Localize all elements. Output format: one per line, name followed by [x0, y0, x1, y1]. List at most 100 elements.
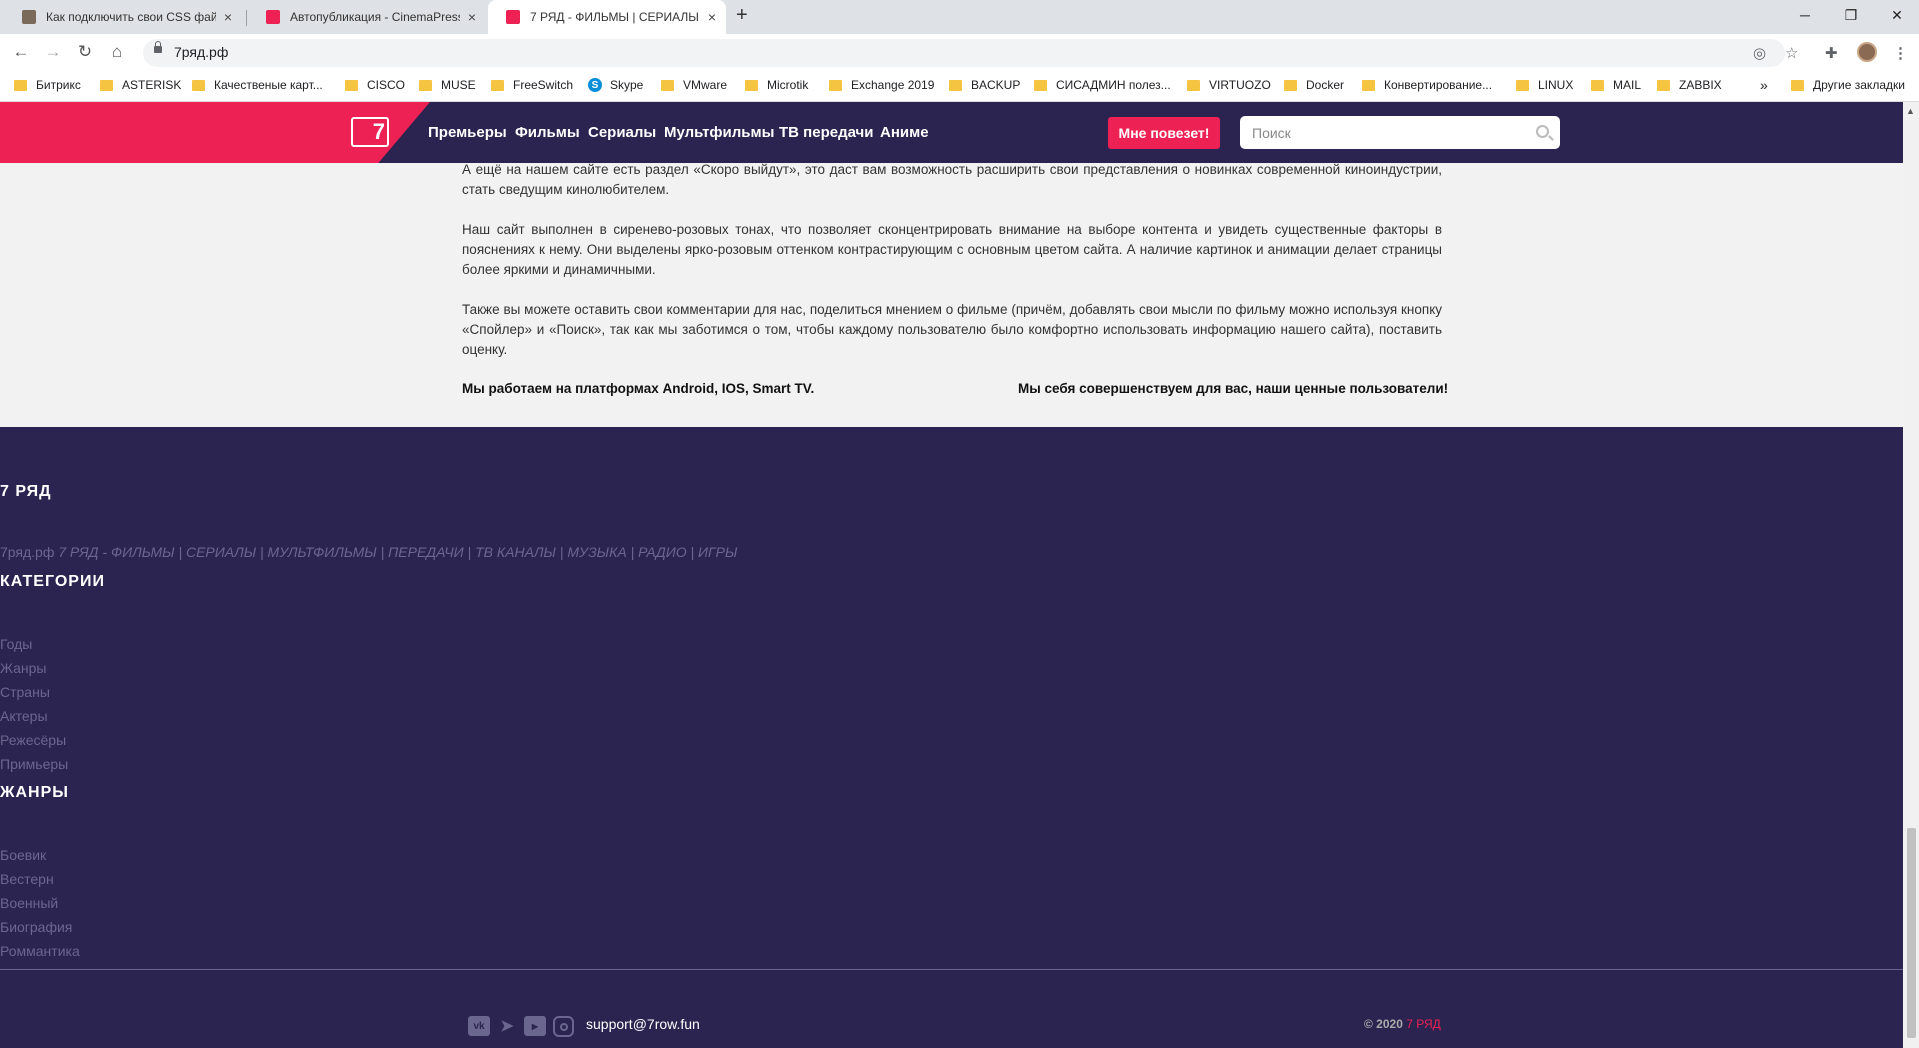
folder-icon: [1187, 79, 1200, 91]
omnibox[interactable]: [143, 39, 1785, 67]
bookmark-freeswitch[interactable]: FreeSwitch: [491, 75, 573, 95]
folder-icon: [1284, 79, 1297, 91]
nav-series[interactable]: Сериалы: [588, 124, 656, 141]
category-link-countries[interactable]: Страны: [0, 684, 50, 700]
category-link-actors[interactable]: Актеры: [0, 708, 48, 724]
about-paragraph-colors: Наш сайт выполнен в сиренево-розовых тон…: [462, 222, 1442, 277]
menu-icon[interactable]: ⋮: [1893, 44, 1908, 62]
copyright-text: © 2020: [1364, 1017, 1403, 1031]
back-button[interactable]: ←: [10, 42, 32, 62]
folder-icon: [661, 79, 674, 91]
nav-films[interactable]: Фильмы: [515, 124, 580, 141]
bookmark-docker[interactable]: Docker: [1284, 75, 1344, 95]
restore-button[interactable]: ❐: [1836, 4, 1866, 26]
instagram-icon[interactable]: [553, 1016, 574, 1037]
bookmark-bitrix[interactable]: Битрикс: [14, 75, 81, 95]
bookmark-vmware[interactable]: VMware: [661, 75, 727, 95]
bookmark-microtik[interactable]: Microtik: [745, 75, 808, 95]
other-bookmarks[interactable]: Другие закладки: [1791, 75, 1905, 95]
category-link-premieres[interactable]: Примьеры: [0, 756, 68, 772]
lock-icon[interactable]: [154, 41, 162, 53]
improve-text: Мы себя совершенствуем для вас, наши цен…: [1018, 381, 1449, 396]
profile-avatar[interactable]: [1857, 42, 1877, 62]
extensions-icon[interactable]: ✚: [1825, 44, 1838, 62]
folder-icon: [100, 79, 113, 91]
tab-title: 7 РЯД - ФИЛЬМЫ | СЕРИАЛЫ | М: [530, 10, 700, 24]
genre-link-romance[interactable]: Роммантика: [0, 943, 80, 959]
bookmark-linux[interactable]: LINUX: [1516, 75, 1573, 95]
bookmark-label: MAIL: [1613, 78, 1642, 92]
genre-link-war[interactable]: Военный: [0, 895, 58, 911]
reload-button[interactable]: ↻: [74, 42, 96, 62]
folder-icon: [1516, 79, 1529, 91]
genre-link-biography[interactable]: Биография: [0, 919, 72, 935]
bookmark-virtuozo[interactable]: VIRTUOZO: [1187, 75, 1271, 95]
category-link-genres[interactable]: Жанры: [0, 660, 46, 676]
site-footer: [0, 427, 1903, 1048]
bookmark-backup[interactable]: BACKUP: [949, 75, 1020, 95]
home-button[interactable]: ⌂: [106, 42, 128, 62]
bookmark-label: MUSE: [441, 78, 476, 92]
site-logo[interactable]: 7: [351, 117, 389, 147]
footer-domain: 7ряд.рф: [0, 544, 55, 560]
bookmark-exchange[interactable]: Exchange 2019: [829, 75, 934, 95]
support-email-link[interactable]: support@7row.fun: [586, 1016, 700, 1032]
bookmark-skype[interactable]: S Skype: [588, 75, 643, 95]
bookmark-sysadmin[interactable]: СИСАДМИН полез...: [1034, 75, 1171, 95]
bookmark-convert[interactable]: Конвертирование...: [1362, 75, 1492, 95]
nav-premieres[interactable]: Премьеры: [428, 124, 507, 141]
lucky-button[interactable]: Мне повезет!: [1108, 117, 1220, 149]
bookmark-label: CISCO: [367, 78, 406, 92]
bookmark-label: BACKUP: [971, 78, 1021, 92]
folder-icon: [949, 79, 962, 91]
genre-link-western[interactable]: Вестерн: [0, 871, 54, 887]
minimize-button[interactable]: ─: [1790, 4, 1820, 26]
new-tab-button[interactable]: +: [736, 4, 748, 27]
copyright-brand[interactable]: 7 РЯД: [1406, 1017, 1441, 1031]
genres-heading: ЖАНРЫ: [0, 784, 69, 801]
bookmark-cisco[interactable]: CISCO: [345, 75, 405, 95]
bookmark-label: Другие закладки: [1813, 78, 1905, 92]
close-tab-icon[interactable]: ×: [224, 9, 232, 25]
search-input[interactable]: [1240, 116, 1560, 149]
bookmark-muse[interactable]: MUSE: [419, 75, 476, 95]
nav-cartoons[interactable]: Мультфильмы: [664, 124, 774, 141]
scroll-up-arrow-icon[interactable]: ▲: [1906, 106, 1915, 116]
search-icon[interactable]: [1536, 125, 1549, 138]
bookmark-label: ASTERISK: [122, 78, 182, 92]
telegram-icon[interactable]: ➤: [496, 1016, 518, 1036]
youtube-icon[interactable]: ▶: [524, 1016, 546, 1036]
genre-link-action[interactable]: Боевик: [0, 847, 46, 863]
bookmark-label: СИСАДМИН полез...: [1056, 78, 1171, 92]
bookmark-mail[interactable]: MAIL: [1591, 75, 1641, 95]
vk-icon[interactable]: vk: [468, 1016, 490, 1036]
favicon-icon: [22, 10, 36, 24]
folder-icon: [14, 79, 27, 91]
scrollbar-thumb[interactable]: [1907, 828, 1916, 1038]
categories-heading: КАТЕГОРИИ: [0, 573, 105, 590]
bookmark-cards[interactable]: Качественые карт...: [192, 75, 323, 95]
bookmark-zabbix[interactable]: ZABBIX: [1657, 75, 1722, 95]
eye-off-icon[interactable]: ◎: [1753, 44, 1766, 62]
close-tab-icon[interactable]: ×: [468, 9, 476, 25]
footer-site-title: 7 РЯД: [0, 483, 52, 500]
bookmark-star-icon[interactable]: ☆: [1785, 44, 1798, 62]
close-tab-icon[interactable]: ×: [708, 9, 716, 25]
category-link-years[interactable]: Годы: [0, 636, 32, 652]
nav-tv-shows[interactable]: ТВ передачи: [779, 124, 874, 141]
forward-button[interactable]: →: [42, 42, 64, 62]
category-link-directors[interactable]: Режесёры: [0, 732, 66, 748]
folder-icon: [829, 79, 842, 91]
bookmark-asterisk[interactable]: ASTERISK: [100, 75, 181, 95]
nav-anime[interactable]: Аниме: [880, 124, 929, 141]
url-text[interactable]: 7ряд.рф: [174, 44, 228, 60]
about-paragraph-coming-soon: А ещё на нашем сайте есть раздел «Скоро …: [462, 162, 1442, 197]
bookmark-label: Конвертирование...: [1384, 78, 1493, 92]
tab-7ryad-active[interactable]: 7 РЯД - ФИЛЬМЫ | СЕРИАЛЫ | М ×: [488, 0, 726, 34]
close-window-button[interactable]: ✕: [1882, 4, 1912, 26]
tab-css[interactable]: Как подключить свои CSS файл ×: [4, 0, 242, 34]
bookmarks-overflow-button[interactable]: »: [1760, 75, 1768, 95]
bookmark-label: FreeSwitch: [513, 78, 574, 92]
tab-cinemapress[interactable]: Автопубликация - CinemaPress ×: [248, 0, 486, 34]
skype-icon: S: [588, 78, 602, 92]
